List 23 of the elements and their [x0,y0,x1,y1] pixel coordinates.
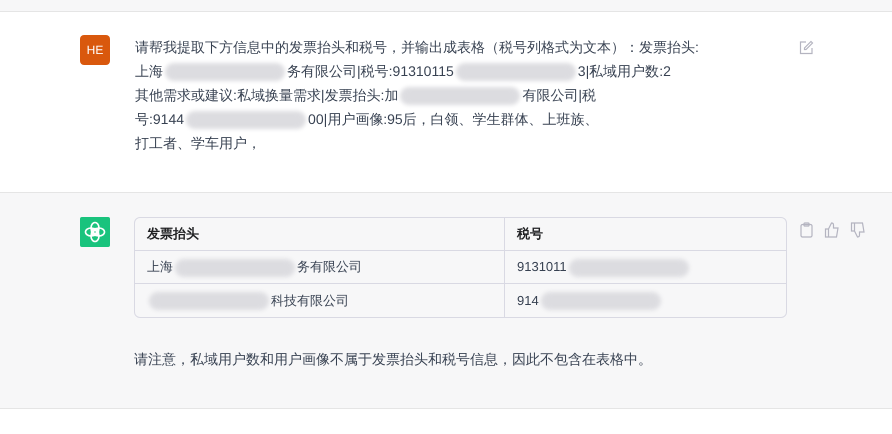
assistant-logo-icon [80,217,110,247]
message-text: 请帮我提取下方信息中的发票抬头和税号，并输出成表格（税号列格式为文本）：发票抬头: [135,39,699,55]
edit-icon[interactable] [798,40,814,56]
message-text: 有限公司|税 [522,87,596,103]
message-text: 务有限公司 [297,259,362,274]
column-header: 税号 [505,218,786,251]
message-text: 科技有限公司 [271,292,349,308]
thumbs-up-icon[interactable] [824,222,840,238]
column-header: 发票抬头 [135,218,505,251]
message-text: 914 [517,292,539,308]
user-avatar: HE [80,35,110,65]
message-text: 3|私域用户数:2 [578,63,671,79]
message-text: 务有限公司|税号:91310115 [287,63,454,79]
note-text: 请注意，私域用户数和用户画像不属于发票抬头和税号信息，因此不包含在表格中。 [134,350,653,369]
message-text: 00|用户画像:95后，白领、学生群体、上班族、 [308,111,599,127]
thumbs-down-icon[interactable] [850,222,866,238]
message-text: 号:9144 [135,111,184,127]
message-text: 上海 [135,63,163,79]
clipboard-icon[interactable] [799,222,814,238]
message-text: 其他需求或建议:私域换量需求|发票抬头:加 [135,87,398,103]
message-text: 打工者、学车用户， [135,135,261,151]
message-text: 上海 [147,259,173,274]
message-text: 9131011 [517,259,567,274]
